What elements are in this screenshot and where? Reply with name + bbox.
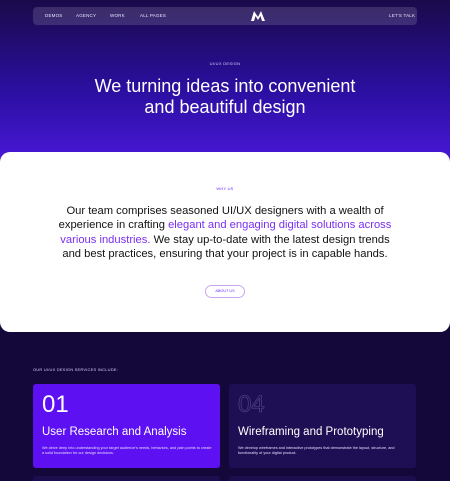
lets-talk-link[interactable]: LET'S TALK (389, 13, 415, 18)
logo-icon[interactable] (251, 11, 265, 21)
service-card-user-research[interactable]: 01 User Research and Analysis We delve d… (33, 384, 220, 468)
top-navbar: DEMOS AGENCY WORK ALL PAGES LET'S TALK (33, 7, 417, 25)
hero-tag: UI/UX DESIGN (209, 61, 241, 66)
service-description: We delve deep into understanding your ta… (42, 446, 212, 456)
nav-item-work[interactable]: WORK (110, 13, 125, 18)
service-title: Wireframing and Prototyping (238, 426, 384, 438)
service-title: User Research and Analysis (42, 426, 187, 438)
nav-item-demos[interactable]: DEMOS (45, 13, 63, 18)
service-card-next-partial (33, 476, 220, 481)
hero-title-line1: We turning ideas into convenient (94, 76, 356, 96)
services-label: OUR UI/UX DESIGN SERVICES INCLUDE: (33, 367, 118, 372)
hero-title: We turning ideas into convenient and bea… (0, 76, 450, 118)
about-card: WHY US Our team comprises seasoned UI/UX… (0, 152, 450, 332)
service-number: 04 (238, 391, 265, 418)
service-card-wireframing[interactable]: 04 Wireframing and Prototyping We develo… (229, 384, 416, 468)
service-card-next-partial (229, 476, 416, 481)
hero-title-line2: and beautiful design (144, 97, 306, 117)
about-us-button[interactable]: ABOUT US (205, 285, 245, 298)
nav-item-all-pages[interactable]: ALL PAGES (140, 13, 166, 18)
about-text: Our team comprises seasoned UI/UX design… (55, 204, 395, 262)
about-tag: WHY US (216, 186, 234, 191)
nav-item-agency[interactable]: AGENCY (76, 13, 96, 18)
service-number: 01 (42, 391, 69, 418)
service-description: We develop wireframes and interactive pr… (238, 446, 395, 456)
